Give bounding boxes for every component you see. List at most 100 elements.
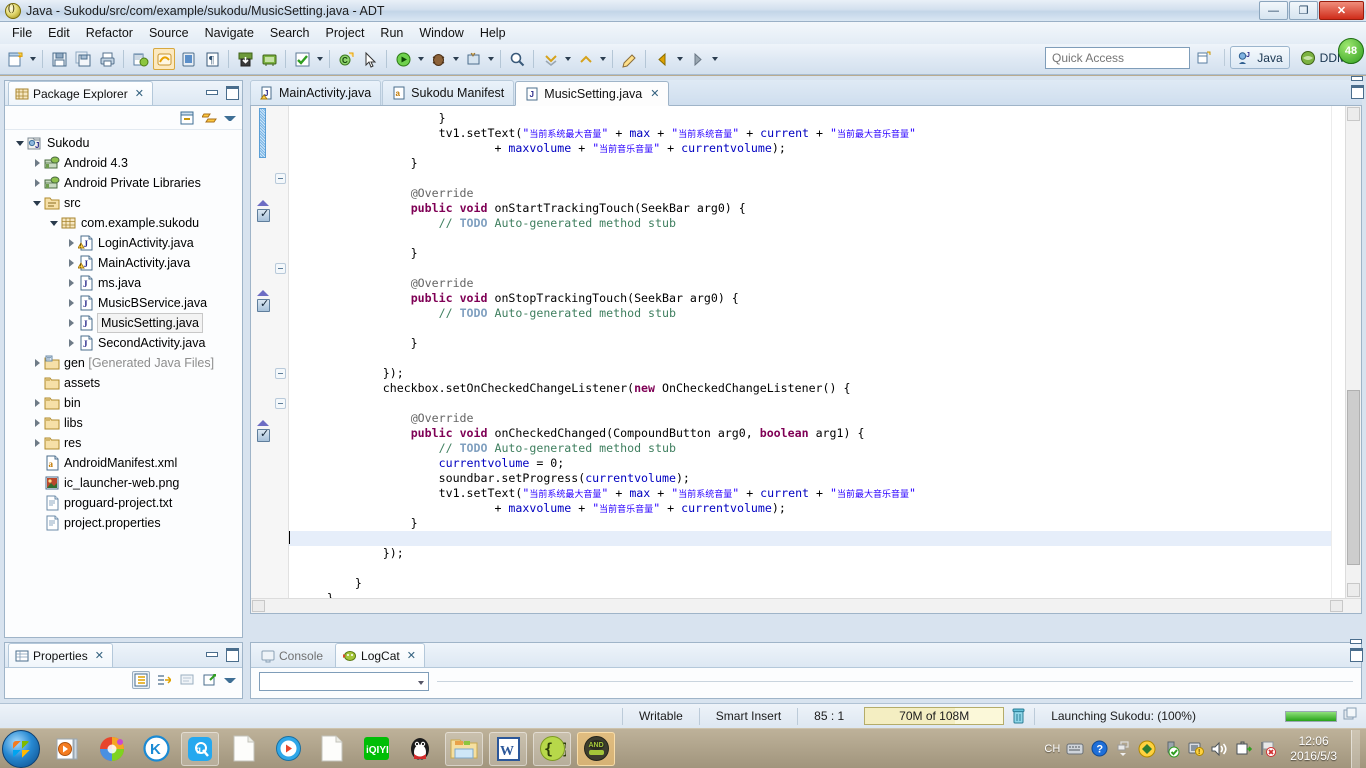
expand-arrow-icon[interactable] bbox=[30, 193, 44, 213]
security-guard-icon[interactable] bbox=[1162, 740, 1180, 758]
taskbar-kingsoft[interactable]: K bbox=[137, 732, 175, 766]
taskbar-json-tool[interactable]: { } bbox=[533, 731, 571, 766]
open-perspective-button[interactable] bbox=[1189, 46, 1219, 69]
progress-details-icon[interactable] bbox=[1343, 707, 1358, 725]
taskbar-player[interactable] bbox=[269, 732, 307, 766]
maximize-view-icon[interactable] bbox=[225, 85, 239, 100]
new-android-project-icon[interactable] bbox=[129, 48, 151, 70]
fold-marker[interactable] bbox=[275, 263, 286, 274]
safely-remove-hardware-icon[interactable] bbox=[1234, 740, 1252, 758]
tree-item[interactable]: gen [Generated Java Files] bbox=[5, 353, 242, 373]
cursor-icon[interactable] bbox=[359, 48, 381, 70]
forward-dropdown-icon[interactable] bbox=[709, 48, 720, 70]
tree-item[interactable]: libs bbox=[5, 413, 242, 433]
tree-item[interactable]: Jms.java bbox=[5, 273, 242, 293]
collapse-arrow-icon[interactable] bbox=[64, 333, 78, 353]
scroll-down-arrow-icon[interactable] bbox=[1347, 583, 1360, 597]
debug-dropdown-icon[interactable] bbox=[450, 48, 461, 70]
taskbar-clock[interactable]: 12:06 2016/5/3 bbox=[1282, 734, 1345, 764]
tree-item[interactable]: res bbox=[5, 433, 242, 453]
code-line[interactable]: + maxvolume + "当前音乐音量" + currentvolume); bbox=[289, 501, 1361, 516]
show-desktop-button[interactable] bbox=[1351, 729, 1360, 768]
android-virtual-device-manager-icon[interactable] bbox=[177, 48, 199, 70]
show-advanced-properties-icon[interactable] bbox=[155, 671, 173, 689]
heap-gauge[interactable]: 70M of 108M bbox=[864, 707, 1005, 725]
code-line[interactable]: public void onStopTrackingTouch(SeekBar … bbox=[289, 291, 1361, 306]
logcat-filter-combo[interactable] bbox=[259, 672, 429, 691]
tree-item[interactable]: a AndroidManifest.xml bbox=[5, 453, 242, 473]
expand-arrow-icon[interactable] bbox=[47, 213, 61, 233]
collapse-arrow-icon[interactable] bbox=[64, 253, 78, 273]
notification-badge[interactable]: 48 bbox=[1338, 38, 1364, 64]
code-line[interactable]: @Override bbox=[289, 276, 1361, 291]
run-icon[interactable] bbox=[392, 48, 414, 70]
link-with-editor-icon[interactable] bbox=[201, 109, 219, 127]
code-line[interactable] bbox=[289, 321, 1361, 336]
next-annotation-dropdown-icon[interactable] bbox=[562, 48, 573, 70]
show-hidden-icons-icon[interactable] bbox=[1114, 740, 1132, 758]
tree-item[interactable]: com.example.sukodu bbox=[5, 213, 242, 233]
tree-item[interactable]: J! MainActivity.java bbox=[5, 253, 242, 273]
taskbar-sogou[interactable]: g bbox=[181, 731, 219, 766]
code-line[interactable]: currentvolume = 0; bbox=[289, 456, 1361, 471]
taskbar-document-1[interactable] bbox=[225, 732, 263, 766]
code-line[interactable]: } bbox=[289, 111, 1361, 126]
project-tree[interactable]: J Sukodu Android 4.3 Android Private Librar… bbox=[5, 130, 242, 638]
code-line[interactable] bbox=[289, 231, 1361, 246]
collapse-all-icon[interactable] bbox=[178, 109, 196, 127]
tab-package-explorer-close-icon[interactable]: ✕ bbox=[135, 87, 144, 100]
view-menu-icon[interactable] bbox=[224, 674, 236, 686]
code-line[interactable] bbox=[289, 351, 1361, 366]
tree-item[interactable]: J MusicSetting.java bbox=[5, 313, 242, 333]
tab-package-explorer[interactable]: Package Explorer ✕ bbox=[8, 81, 153, 105]
code-line[interactable]: tv1.setText("当前系统最大音量" + max + "当前系统音量" … bbox=[289, 486, 1361, 501]
minimize-view-icon[interactable] bbox=[205, 647, 218, 660]
tree-item[interactable]: proguard-project.txt bbox=[5, 493, 242, 513]
taskbar-browser[interactable] bbox=[93, 732, 131, 766]
tab-logcat[interactable]: LogCat ✕ bbox=[335, 643, 425, 667]
volume-icon[interactable] bbox=[1210, 740, 1228, 758]
fold-marker[interactable] bbox=[275, 398, 286, 409]
menu-navigate[interactable]: Navigate bbox=[197, 24, 262, 42]
collapse-arrow-icon[interactable] bbox=[64, 293, 78, 313]
restore-default-value-icon[interactable] bbox=[178, 671, 196, 689]
code-line[interactable] bbox=[289, 531, 1361, 546]
antivirus-shield-icon[interactable] bbox=[1138, 740, 1156, 758]
menu-edit[interactable]: Edit bbox=[40, 24, 78, 42]
save-all-icon[interactable] bbox=[72, 48, 94, 70]
code-line[interactable]: @Override bbox=[289, 411, 1361, 426]
new-wizard-dropdown-icon[interactable] bbox=[27, 48, 38, 70]
debug-icon[interactable] bbox=[427, 48, 449, 70]
last-edit-location-icon[interactable] bbox=[618, 48, 640, 70]
code-line[interactable]: checkbox.setOnCheckedChangeListener(new … bbox=[289, 381, 1361, 396]
code-line[interactable]: soundbar.setProgress(currentvolume); bbox=[289, 471, 1361, 486]
quick-access-input[interactable] bbox=[1045, 47, 1190, 69]
next-annotation-icon[interactable] bbox=[539, 48, 561, 70]
taskbar-document-2[interactable] bbox=[313, 732, 351, 766]
save-icon[interactable] bbox=[48, 48, 70, 70]
overview-ruler[interactable] bbox=[1331, 106, 1345, 613]
taskbar-iqiyi[interactable]: iQIYI bbox=[357, 732, 395, 766]
taskbar-explorer[interactable] bbox=[445, 731, 483, 766]
editor-vscroll-thumb[interactable] bbox=[1347, 390, 1360, 565]
perspective-java[interactable]: J Java bbox=[1230, 46, 1290, 69]
tab-properties[interactable]: Properties ✕ bbox=[8, 643, 113, 667]
collapse-arrow-icon[interactable] bbox=[30, 413, 44, 433]
maximize-button[interactable]: ❐ bbox=[1289, 1, 1318, 20]
menu-run[interactable]: Run bbox=[372, 24, 411, 42]
open-perspective-icon[interactable] bbox=[234, 48, 256, 70]
editor-tab-musicsetting[interactable]: J MusicSetting.java ✕ bbox=[515, 81, 670, 106]
code-line[interactable]: } bbox=[289, 246, 1361, 261]
flag-action-center-icon[interactable] bbox=[1258, 740, 1276, 758]
keyboard-icon[interactable] bbox=[1066, 740, 1084, 758]
code-line[interactable] bbox=[289, 261, 1361, 276]
menu-search[interactable]: Search bbox=[262, 24, 318, 42]
code-line[interactable] bbox=[289, 396, 1361, 411]
code-line[interactable]: @Override bbox=[289, 186, 1361, 201]
code-line[interactable]: + maxvolume + "当前音乐音量" + currentvolume); bbox=[289, 141, 1361, 156]
collapse-arrow-icon[interactable] bbox=[30, 393, 44, 413]
collapse-arrow-icon[interactable] bbox=[64, 233, 78, 253]
tab-properties-close-icon[interactable]: ✕ bbox=[95, 649, 104, 662]
tree-item[interactable]: assets bbox=[5, 373, 242, 393]
scroll-right-arrow-icon[interactable] bbox=[1330, 600, 1343, 612]
